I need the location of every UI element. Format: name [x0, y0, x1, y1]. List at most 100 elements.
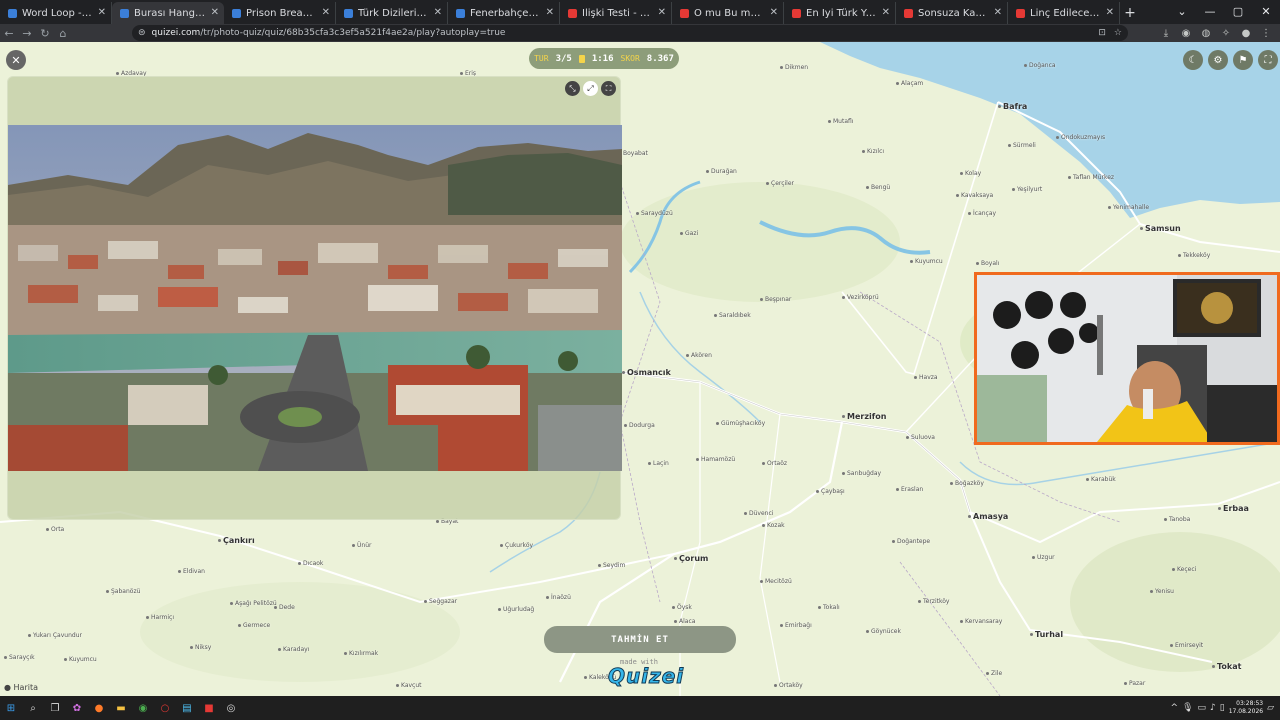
- tab-close-icon[interactable]: ✕: [658, 7, 666, 18]
- shrink-icon[interactable]: ⤡: [565, 81, 580, 96]
- tab-close-icon[interactable]: ✕: [98, 7, 106, 18]
- tab-title: Fenerbahçe Bilgini Ölç - Quizei: [470, 7, 541, 19]
- browser-tab[interactable]: Burası Hangi Şehir? (Türkiye) - Quizei ✕: [112, 2, 224, 24]
- maximize-icon[interactable]: ▢: [1224, 2, 1252, 20]
- browser-tab[interactable]: En İyi Türk Yemek İkilisi Hangisi? ✕: [784, 2, 896, 24]
- notification-icon[interactable]: ▱: [1267, 703, 1274, 713]
- toolbar-icons: ⤓ ◉ ◍ ✧ ● ⋮: [1158, 24, 1274, 42]
- copilot-icon[interactable]: ✿: [66, 697, 88, 719]
- expand-icon[interactable]: ⤢: [583, 81, 598, 96]
- firefox-icon[interactable]: ●: [88, 697, 110, 719]
- tab-close-icon[interactable]: ✕: [211, 7, 219, 18]
- tab-close-icon[interactable]: ✕: [770, 7, 778, 18]
- map-place-label: Öysk: [672, 604, 692, 611]
- clock[interactable]: 03:28:53 17.08.2026: [1229, 700, 1263, 716]
- map-place-label: Emirbağı: [780, 622, 812, 629]
- browser-tab[interactable]: Fenerbahçe Bilgini Ölç - Quizei ✕: [448, 2, 560, 24]
- map-place-label: Ünür: [352, 542, 371, 549]
- guess-button[interactable]: TAHMİN ET: [544, 626, 736, 653]
- extension-icon[interactable]: ◉: [1178, 24, 1194, 42]
- map-place-label: Gazi: [680, 230, 698, 237]
- browser-tab[interactable]: Word Loop - Rastgele - Quizei ✕: [0, 2, 112, 24]
- back-icon[interactable]: ←: [0, 24, 18, 42]
- tab-close-icon[interactable]: ✕: [434, 7, 442, 18]
- close-quiz-button[interactable]: ✕: [6, 50, 26, 70]
- bookmark-star-icon[interactable]: ☆: [1114, 28, 1122, 38]
- site-info-icon[interactable]: ⊜: [138, 28, 146, 38]
- search-icon[interactable]: ⌕: [22, 697, 44, 719]
- extension-icon[interactable]: ◍: [1198, 24, 1214, 42]
- obs-icon[interactable]: ◎: [220, 697, 242, 719]
- dark-mode-icon[interactable]: ☾: [1183, 50, 1203, 70]
- browser-tab[interactable]: İlişki Testi - 2026'nın En Viral Testi ✕: [560, 2, 672, 24]
- notepad-icon[interactable]: ▤: [176, 697, 198, 719]
- settings-gear-icon[interactable]: ⚙: [1208, 50, 1228, 70]
- browser-tab[interactable]: Sonsuza Kadar Devam Edecek İlk ✕: [896, 2, 1008, 24]
- fullscreen-icon[interactable]: ⛶: [1258, 50, 1278, 70]
- profile-icon[interactable]: ●: [1238, 24, 1254, 42]
- flag-icon[interactable]: ⚑: [1233, 50, 1253, 70]
- browser-tab[interactable]: Prison Break Dizisine Ne Kadar Hakimsin?…: [224, 2, 336, 24]
- map-place-label: Laçin: [648, 460, 669, 467]
- mic-icon[interactable]: 🎙: [1182, 703, 1193, 713]
- battery-icon[interactable]: ▯: [1220, 703, 1225, 713]
- map-place-label: Tokalı: [818, 604, 840, 611]
- tab-title: Word Loop - Rastgele - Quizei: [22, 7, 93, 19]
- map-place-label: Kavaksaya: [956, 192, 993, 199]
- map-place-label: Karadayı: [278, 646, 309, 653]
- tab-title: Türk Dizilerini Resimlerinden Tahmin Et: [358, 7, 429, 19]
- close-window-icon[interactable]: ✕: [1252, 2, 1280, 20]
- map-place-label: Şabanözü: [106, 588, 140, 595]
- tab-favicon-icon: [232, 8, 241, 18]
- menu-icon[interactable]: ⋮: [1258, 24, 1274, 42]
- quizei-logo[interactable]: Quizei: [607, 664, 684, 689]
- browser-tab[interactable]: Linç Edilecek Fikirlerden Hangisi? ✕: [1008, 2, 1120, 24]
- quiz-hud: TUR 3/5 1:16 SKOR 8.367: [529, 48, 679, 69]
- forward-icon[interactable]: →: [18, 24, 36, 42]
- download-icon[interactable]: ⤓: [1158, 24, 1174, 42]
- reload-icon[interactable]: ↻: [36, 24, 54, 42]
- tab-close-icon[interactable]: ✕: [322, 7, 330, 18]
- map-place-label: Akören: [686, 352, 712, 359]
- minimize-icon[interactable]: —: [1196, 2, 1224, 20]
- chrome-icon[interactable]: ◉: [132, 697, 154, 719]
- map-place-label: Seydim: [598, 562, 625, 569]
- app-icon[interactable]: ■: [198, 697, 220, 719]
- opera-icon[interactable]: ○: [154, 697, 176, 719]
- new-tab-button[interactable]: +: [1120, 2, 1140, 24]
- browser-tab[interactable]: O mu Bu mu? 2026 — Sevgilini Tanıyor mus…: [672, 2, 784, 24]
- map-attribution: ● Harita: [4, 683, 38, 692]
- map-place-label: Doğantepe: [892, 538, 930, 545]
- tab-close-icon[interactable]: ✕: [546, 7, 554, 18]
- map-place-label: Ondokuzmayıs: [1056, 134, 1105, 141]
- fullscreen-photo-icon[interactable]: ⛶: [601, 81, 616, 96]
- map-place-label: İnaözü: [546, 594, 571, 601]
- task-view-icon[interactable]: ❐: [44, 697, 66, 719]
- tab-close-icon[interactable]: ✕: [882, 7, 890, 18]
- map-place-label: Kızılırmak: [344, 650, 378, 657]
- extensions-puzzle-icon[interactable]: ✧: [1218, 24, 1234, 42]
- tray-chevron-icon[interactable]: ^: [1171, 703, 1179, 713]
- windows-start-icon[interactable]: ⊞: [0, 697, 22, 719]
- home-icon[interactable]: ⌂: [54, 24, 72, 42]
- address-bar[interactable]: ⊜ quizei.com/tr/photo-quiz/quiz/68b35cfa…: [132, 25, 1128, 41]
- file-explorer-icon[interactable]: ▬: [110, 697, 132, 719]
- map-place-label: Ortaöz: [762, 460, 787, 467]
- map-place-label: Sürmeli: [1008, 142, 1036, 149]
- tab-search-icon[interactable]: ⌄: [1168, 2, 1196, 20]
- browser-tab[interactable]: Türk Dizilerini Resimlerinden Tahmin Et ✕: [336, 2, 448, 24]
- volume-icon[interactable]: ♪: [1210, 703, 1216, 713]
- tab-close-icon[interactable]: ✕: [1106, 7, 1114, 18]
- map-place-label: Boyabat: [618, 150, 648, 157]
- tab-close-icon[interactable]: ✕: [994, 7, 1002, 18]
- system-tray: ^ 🎙 ▭ ♪ ▯ 03:28:53 17.08.2026 ▱: [1171, 696, 1274, 720]
- score-label: SKOR: [620, 54, 640, 63]
- map-attribution-text: Harita: [13, 683, 38, 692]
- install-app-icon[interactable]: ⊡: [1098, 28, 1106, 38]
- map-place-label: İcançay: [968, 210, 996, 217]
- network-icon[interactable]: ▭: [1198, 703, 1207, 713]
- map-view[interactable]: Azdavay Eriş Dikmen Alaçam Doğanca Bafra Ondok…: [0, 42, 1280, 696]
- webcam-feed: [977, 275, 1277, 442]
- map-place-label: Tekkeköy: [1178, 252, 1210, 259]
- tab-strip: Word Loop - Rastgele - Quizei✕Burası Han…: [0, 0, 1280, 24]
